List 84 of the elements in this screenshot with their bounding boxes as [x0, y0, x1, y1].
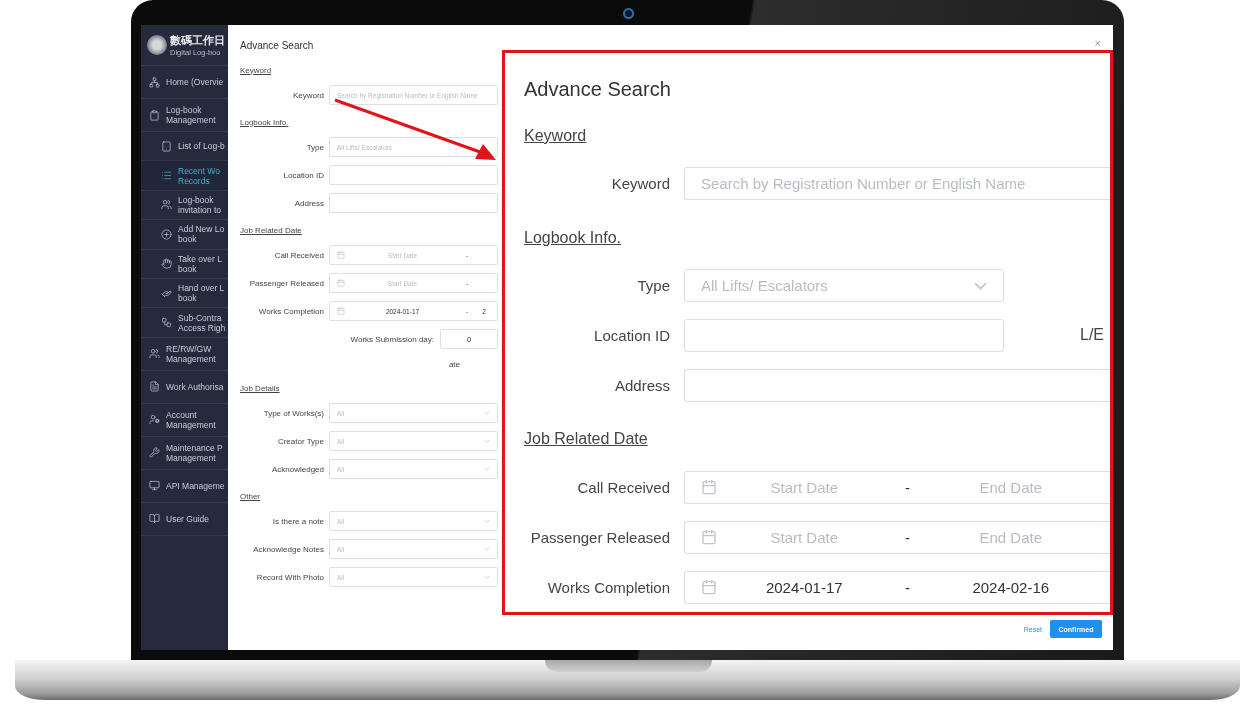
chevron-icon	[484, 467, 490, 471]
camera-lens	[623, 8, 634, 19]
chevron-icon	[484, 575, 490, 579]
section-heading: Job Related Date	[524, 429, 648, 450]
sidebar-item[interactable]: RE/RW/GW Management	[141, 337, 228, 371]
hand-icon	[161, 258, 172, 270]
users-icon	[161, 199, 172, 211]
date-range-field[interactable]: Start Date - End Date	[684, 470, 1110, 504]
sidebar-item[interactable]: API Manageme	[141, 469, 228, 503]
tablet-icon	[161, 140, 172, 152]
plus-circle-icon	[161, 228, 172, 240]
sidebar-item[interactable]: Add New Lo book	[141, 220, 228, 250]
sidebar-item[interactable]: Account Management	[141, 403, 228, 437]
field-label: Location ID	[282, 170, 324, 180]
dialog-title: Advance Search	[524, 77, 671, 103]
text-field[interactable]	[684, 368, 1110, 402]
field-label: Type	[305, 142, 324, 152]
field-label: Address	[613, 376, 670, 394]
sidebar-item[interactable]: Sub-Contra Access Righ	[141, 308, 228, 338]
chevron-icon	[974, 281, 987, 290]
date-range-field[interactable]: Start Date - End Date	[684, 520, 1110, 554]
chevron-icon	[484, 411, 490, 415]
field-label: Acknowledged	[270, 464, 324, 474]
sidebar-item[interactable]: Take over L book	[141, 249, 228, 279]
sidebar-item[interactable]: Hand over L book	[141, 278, 228, 309]
note-text: ate	[448, 359, 460, 369]
section-heading: Job Details	[240, 382, 280, 395]
document-icon	[149, 381, 160, 393]
sidebar-item[interactable]: Log-book Management	[141, 99, 228, 132]
field-label: Passenger Released	[529, 528, 670, 546]
date-range-field[interactable]: 2024-01-17 - 2024-02-16	[684, 570, 1110, 604]
clipboard-icon	[149, 109, 160, 121]
section-heading: Logbook Info.	[240, 116, 289, 129]
field-label: Keyword	[291, 90, 324, 100]
field-label: Call Received	[576, 478, 670, 496]
text-field[interactable]	[329, 165, 498, 185]
calendar-icon	[337, 279, 345, 287]
sidebar-item[interactable]: User Guide	[141, 502, 228, 536]
wrench-icon	[149, 447, 160, 459]
field-label: Location ID	[593, 327, 670, 344]
field-label: Record With Photo	[255, 572, 324, 582]
section-heading: Job Related Date	[240, 224, 302, 237]
calendar-icon	[701, 479, 717, 496]
field-label: Call Received	[273, 250, 324, 260]
sidebar-item[interactable]: Log-book invitation to	[141, 190, 228, 221]
field-label: Passenger Released	[248, 278, 324, 288]
field-label: Type of Works(s)	[262, 408, 324, 418]
user-gear-icon	[149, 414, 160, 426]
field-label: Keyword	[610, 175, 670, 193]
section-heading: Keyword	[240, 64, 272, 77]
sidebar-item[interactable]: Work Authorisa	[141, 370, 228, 404]
field-label: Address	[293, 198, 324, 208]
text-field[interactable]	[329, 193, 498, 213]
field-label: Creator Type	[276, 436, 324, 446]
book-icon	[149, 513, 160, 525]
field-label: Is there a note	[271, 516, 324, 526]
list-icon	[161, 170, 172, 182]
chevron-icon	[484, 547, 490, 551]
field-label: Works Completion	[257, 306, 324, 316]
sidebar-item[interactable]: Home (Overvie	[141, 66, 228, 99]
chevron-icon	[484, 519, 490, 523]
field-label: Works Submission day:	[350, 334, 434, 344]
logo-icon	[147, 35, 167, 55]
field-label: Works Completion	[546, 578, 670, 596]
section-heading: Keyword	[524, 125, 587, 146]
field-label: Type	[636, 277, 670, 295]
brand-title: 數碼工作日	[170, 33, 225, 48]
calendar-icon	[701, 529, 717, 546]
users-icon	[149, 348, 160, 360]
hand-icon	[161, 287, 172, 299]
section-heading: Other	[240, 490, 260, 503]
calendar-icon	[701, 579, 717, 595]
text-field[interactable]	[684, 319, 1004, 352]
calendar-icon	[337, 307, 345, 315]
sidebar-item[interactable]: Recent Wo Records	[141, 161, 228, 191]
network-icon	[149, 76, 160, 88]
field-label: L/E	[1080, 326, 1105, 345]
sidebar-item[interactable]: Maintenance P Management	[141, 436, 228, 470]
dialog-title: Advance Search	[240, 38, 314, 53]
section-heading: Logbook Info.	[524, 227, 621, 248]
field-label: Acknowledge Notes	[252, 544, 324, 554]
calendar-icon	[337, 251, 345, 259]
chevron-icon	[484, 439, 490, 443]
monitor-icon	[149, 480, 160, 492]
